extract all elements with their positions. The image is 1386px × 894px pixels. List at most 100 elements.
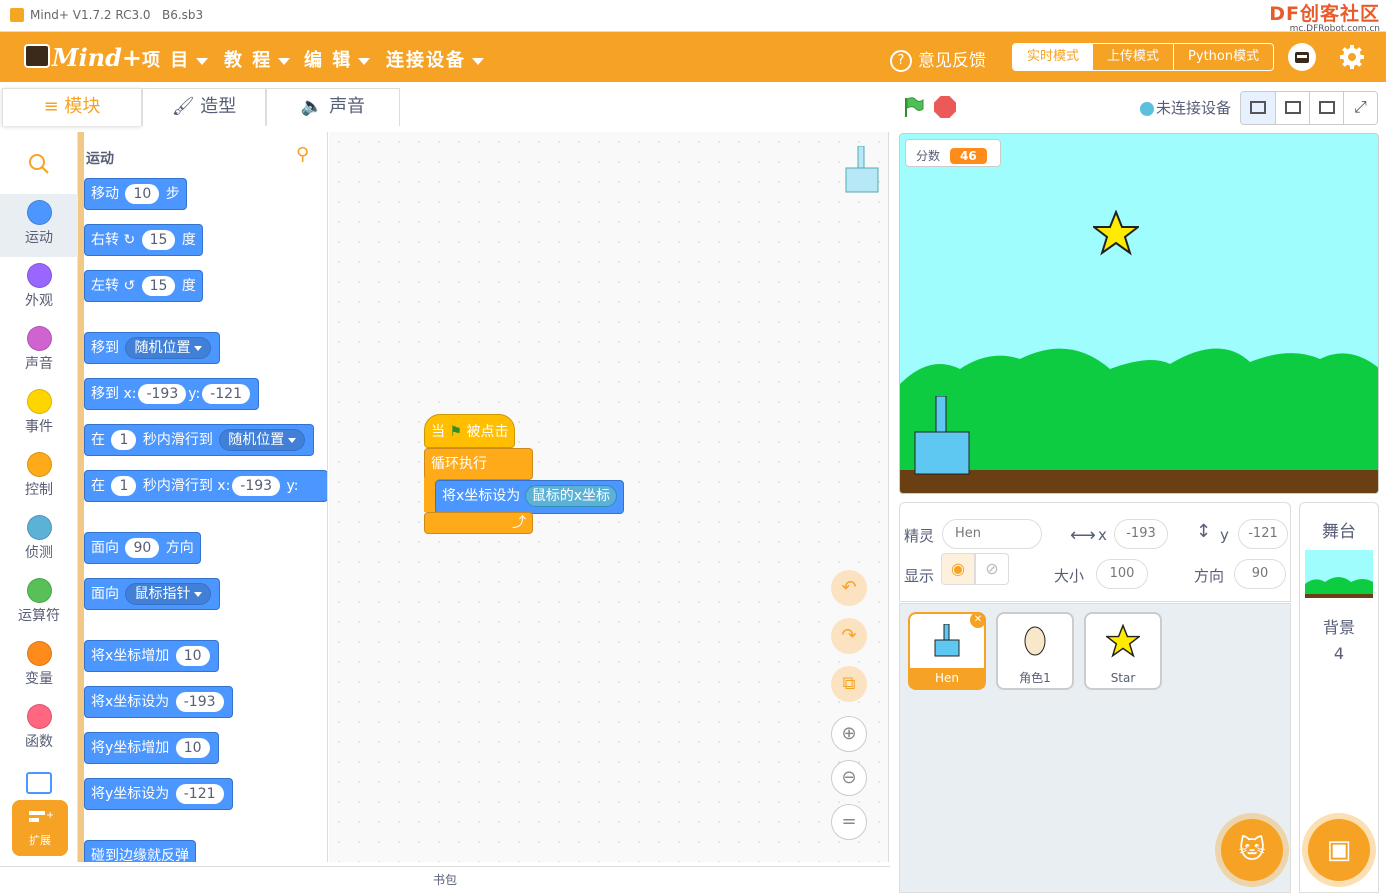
block-forever[interactable]: 循环执行 — [424, 448, 533, 480]
category-item[interactable]: 运动 — [0, 194, 78, 257]
sprite-name-field[interactable]: Hen — [942, 519, 1042, 549]
category-item[interactable]: 控制 — [0, 446, 78, 509]
category-menu: 运动外观声音 事件控制侦测运算符变量函数 + 扩展 — [0, 132, 78, 862]
green-flag-icon[interactable] — [902, 96, 924, 118]
menu-connect-device[interactable]: 连接设备 — [386, 46, 484, 72]
large-stage-layout-icon[interactable] — [1309, 92, 1343, 124]
menu-project[interactable]: 项 目 — [142, 46, 209, 72]
category-item[interactable]: 外观 — [0, 257, 78, 320]
category-color-icon — [26, 263, 52, 288]
block-point-towards[interactable]: 面向 鼠标指针 — [84, 578, 221, 610]
block-palette: 运动 ⚲ 移动 10 步 右转 ↻ 15 度 左转 ↺ 15 度 移到 随机位置… — [78, 132, 328, 862]
hide-sprite-icon[interactable]: ⊘ — [975, 553, 1009, 585]
brush-icon: 🖌 — [171, 96, 201, 117]
egg-thumbnail — [1024, 626, 1046, 656]
block-go-to-xy[interactable]: 移到 x: -193 y: -121 — [84, 378, 259, 410]
extensions-button[interactable]: + 扩展 — [12, 800, 68, 856]
block-set-x[interactable]: 将x坐标设为 -193 — [84, 686, 233, 718]
menu-edit[interactable]: 编 辑 — [304, 46, 371, 72]
block-glide-to-xy[interactable]: 在 1 秒内滑行到 x: -193 y: — [84, 470, 327, 502]
question-icon: ? — [890, 50, 912, 72]
category-label: 运算符 — [18, 608, 60, 624]
robot-avatar-icon[interactable] — [1288, 43, 1316, 71]
settings-gear-icon[interactable] — [1338, 43, 1366, 71]
category-item[interactable]: 声音 — [0, 320, 78, 383]
block-turn-right[interactable]: 右转 ↻ 15 度 — [84, 224, 203, 256]
tab-blocks[interactable]: ≡ 模块 — [2, 88, 142, 126]
block-glide-to[interactable]: 在 1 秒内滑行到 随机位置 — [84, 424, 315, 456]
star-sprite[interactable] — [1093, 210, 1139, 256]
stage-canvas[interactable]: 分数 46 — [899, 133, 1379, 494]
sprite-tile-star[interactable]: Star — [1084, 612, 1162, 690]
hen-sprite[interactable] — [914, 396, 970, 476]
code-workspace[interactable]: 当 ⚑ 被点击 循环执行 将x坐标设为 鼠标的x坐标 ⤴ ↶ ↷ ⧉ ⊕ ⊖ = — [329, 132, 889, 862]
feedback-button[interactable]: ? 意见反馈 — [890, 46, 986, 72]
device-status: 未连接设备 — [1140, 97, 1231, 118]
choose-sprite-button[interactable]: 🐱 — [1221, 819, 1283, 881]
block-when-flag-clicked[interactable]: 当 ⚑ 被点击 — [424, 414, 516, 448]
hen-thumbnail — [934, 623, 960, 657]
mode-realtime[interactable]: 实时模式 — [1013, 44, 1094, 70]
forever-end: ⤴ — [424, 512, 533, 534]
sprite-tile-hen[interactable]: ✕ Hen — [908, 612, 986, 690]
category-label: 变量 — [25, 671, 53, 687]
zoom-out-icon[interactable]: ⊖ — [831, 760, 867, 796]
mode-upload[interactable]: 上传模式 — [1093, 44, 1173, 70]
sprite-x-field[interactable]: -193 — [1114, 519, 1168, 549]
block-change-y[interactable]: 将y坐标增加 10 — [84, 732, 219, 764]
mode-python[interactable]: Python模式 — [1173, 44, 1273, 70]
editor-tabs: ≡ 模块 🖌 造型 🔈 声音 — [2, 86, 402, 128]
category-item[interactable]: 事件 — [0, 383, 78, 446]
block-go-to[interactable]: 移到 随机位置 — [84, 332, 221, 364]
show-sprite-icon[interactable]: ◉ — [941, 553, 975, 585]
robot-icon — [24, 44, 50, 68]
blocks-icon: ≡ — [43, 96, 65, 117]
sprite-tile-role1[interactable]: 角色1 — [996, 612, 1074, 690]
category-label: 外观 — [25, 293, 53, 309]
stop-icon[interactable] — [934, 96, 956, 118]
redo-icon[interactable]: ↷ — [831, 618, 867, 654]
search-button[interactable] — [0, 132, 78, 194]
block-set-y[interactable]: 将y坐标设为 -121 — [84, 778, 233, 810]
menu-bar: Mind+ 项 目 教 程 编 辑 连接设备 ? 意见反馈 实时模式 上传模式 P… — [0, 32, 1386, 82]
category-label: 控制 — [25, 482, 53, 498]
extension-icon: + — [29, 810, 53, 822]
block-point-direction[interactable]: 面向 90 方向 — [84, 532, 201, 564]
backpack[interactable]: 书包 — [0, 866, 890, 894]
sprite-size-field[interactable]: 100 — [1096, 559, 1148, 589]
mindplus-logo[interactable]: Mind+ — [20, 40, 142, 74]
category-color-icon — [26, 452, 52, 477]
tab-sounds[interactable]: 🔈 声音 — [266, 88, 400, 126]
category-color-icon — [26, 389, 52, 414]
block-move-steps[interactable]: 移动 10 步 — [84, 178, 187, 210]
window-title: Mind+ V1.7.2 RC3.0 B6.sb3 — [30, 8, 204, 22]
category-color-icon — [26, 641, 52, 666]
zoom-in-icon[interactable]: ⊕ — [831, 716, 867, 752]
normal-stage-layout-icon[interactable] — [1275, 92, 1309, 124]
pin-icon[interactable]: ⚲ — [296, 144, 309, 165]
small-stage-layout-icon[interactable] — [1241, 92, 1275, 124]
block-change-x[interactable]: 将x坐标增加 10 — [84, 640, 219, 672]
star-thumbnail — [1104, 623, 1142, 658]
menu-tutorial[interactable]: 教 程 — [224, 46, 291, 72]
category-item[interactable]: 函数 — [0, 698, 78, 761]
block-turn-left[interactable]: 左转 ↺ 15 度 — [84, 270, 203, 302]
tab-costumes[interactable]: 🖌 造型 — [142, 88, 266, 126]
vertical-arrows-icon: ↕ — [1196, 521, 1212, 542]
sprite-direction-field[interactable]: 90 — [1234, 559, 1286, 589]
block-bounce-edge[interactable]: 碰到边缘就反弹 — [84, 840, 196, 862]
sprite-y-field[interactable]: -121 — [1238, 519, 1288, 549]
zoom-reset-icon[interactable]: = — [831, 804, 867, 840]
category-color-icon — [26, 200, 52, 225]
delete-sprite-icon[interactable]: ✕ — [970, 612, 986, 628]
category-item[interactable]: 运算符 — [0, 572, 78, 635]
hardware-chip-icon[interactable] — [26, 772, 52, 794]
fullscreen-icon[interactable]: ⤢ — [1343, 92, 1377, 124]
undo-icon[interactable]: ↶ — [831, 570, 867, 606]
category-item[interactable]: 变量 — [0, 635, 78, 698]
block-set-x-to[interactable]: 将x坐标设为 鼠标的x坐标 — [435, 480, 625, 514]
category-item[interactable]: 侦测 — [0, 509, 78, 572]
file-name: B6.sb3 — [162, 8, 204, 22]
choose-backdrop-button[interactable]: ▣ — [1308, 819, 1370, 881]
crop-icon[interactable]: ⧉ — [831, 666, 867, 702]
